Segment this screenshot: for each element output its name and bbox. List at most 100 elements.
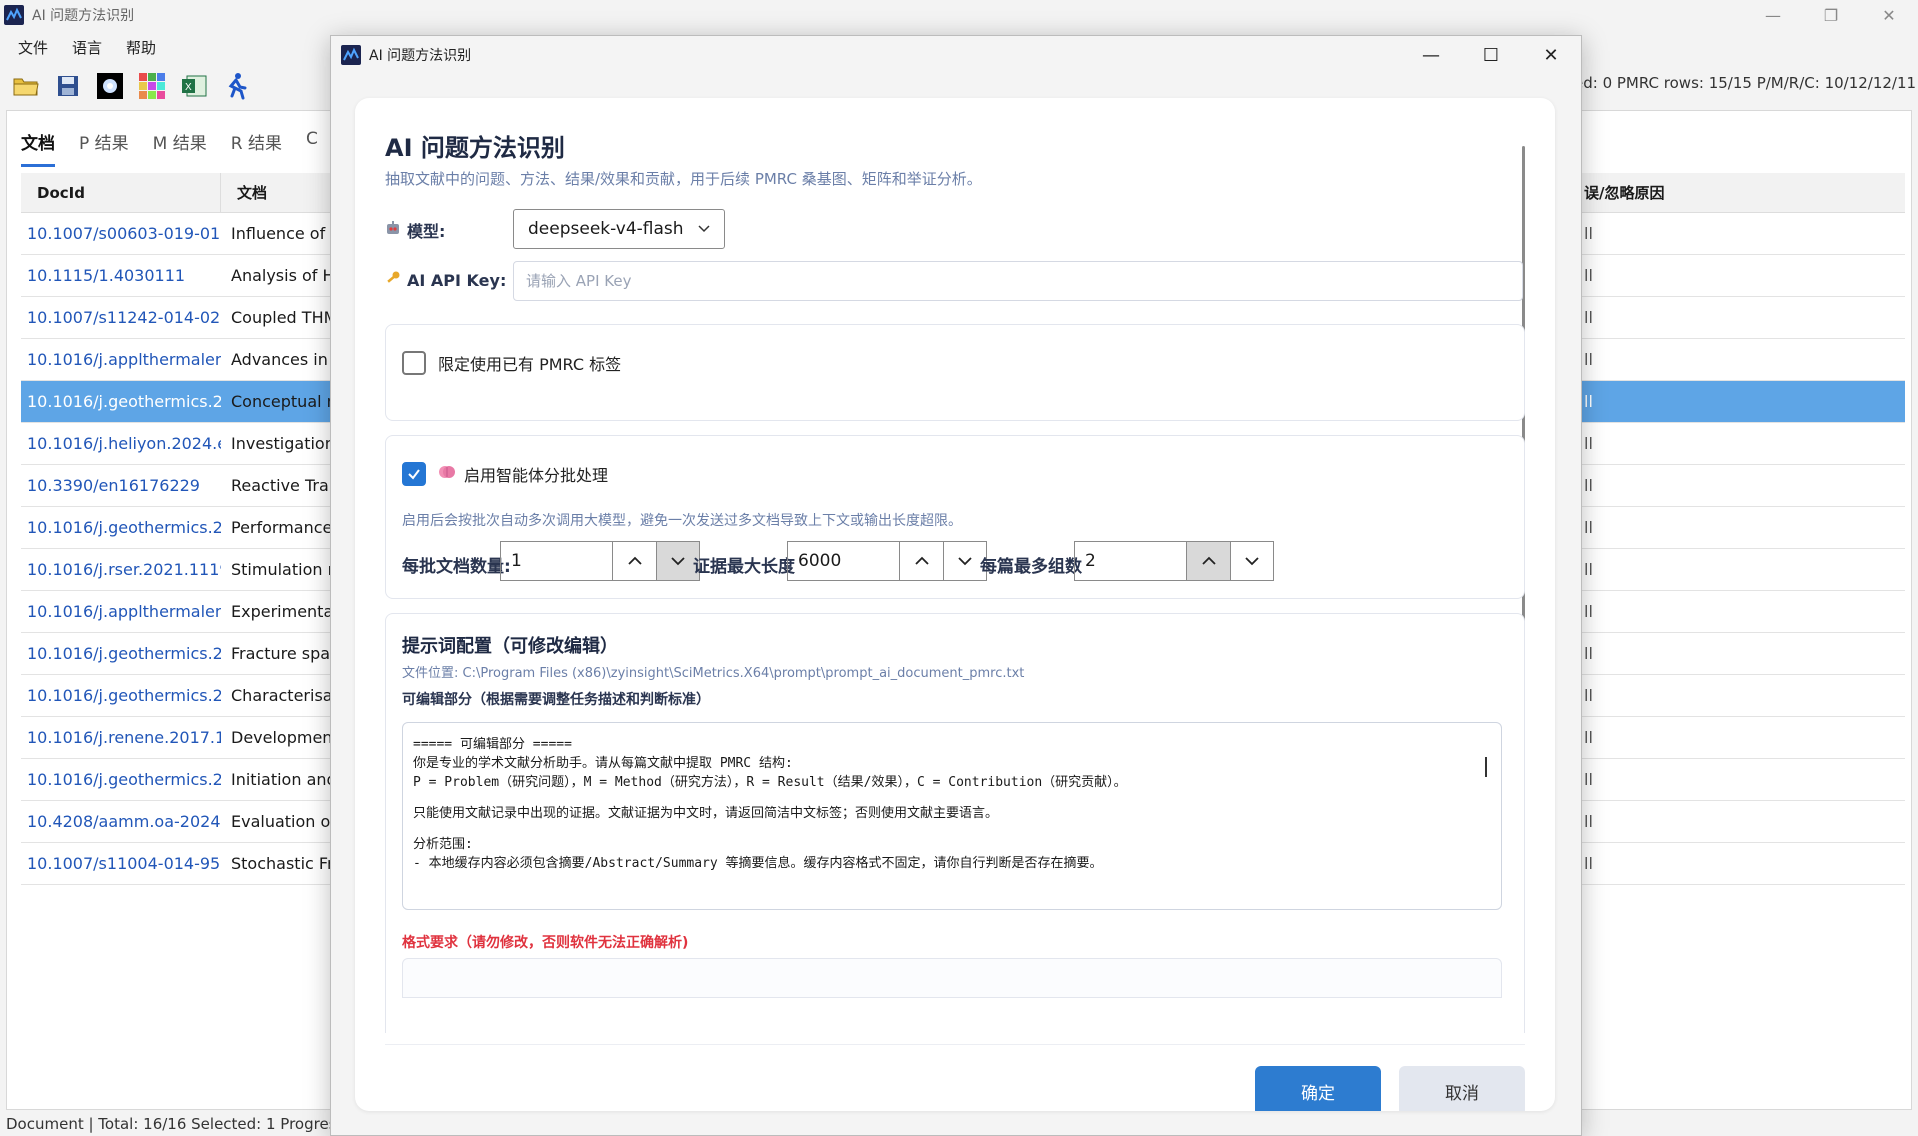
brain-icon — [438, 463, 456, 485]
document-cell: Stimulation m — [231, 560, 344, 579]
reason-cell: ll — [1584, 812, 1593, 831]
model-select[interactable]: deepseek-v4-flash — [513, 209, 725, 249]
key-icon — [385, 270, 401, 290]
editor-line: 分析范围: — [413, 837, 473, 852]
dialog-minimize-button[interactable]: — — [1401, 36, 1461, 74]
editor-line: 你是专业的学术文献分析助手。请从每篇文献中提取 PMRC 结构: — [413, 756, 793, 771]
tab-p-result[interactable]: P 结果 — [79, 129, 129, 167]
reason-cell: ll — [1584, 644, 1593, 663]
document-cell: Fracture spac — [231, 644, 339, 663]
docid-cell[interactable]: 10.1007/s11004-014-9542 — [21, 854, 221, 873]
agent-checkbox[interactable] — [402, 462, 426, 486]
docid-cell[interactable]: 10.1115/1.4030111 — [21, 266, 221, 285]
menu-help[interactable]: 帮助 — [126, 37, 156, 58]
batch-value[interactable]: 1 — [501, 542, 613, 580]
svg-text:X: X — [185, 82, 192, 93]
document-cell: Experimental — [231, 602, 338, 621]
chevron-up-icon — [627, 556, 642, 565]
reason-cell: ll — [1584, 518, 1593, 537]
model-value: deepseek-v4-flash — [528, 219, 684, 239]
evidence-increment-button[interactable] — [900, 542, 943, 580]
groups-increment-button[interactable] — [1187, 542, 1230, 580]
tab-r-result[interactable]: R 结果 — [231, 129, 282, 167]
document-cell: Performance — [231, 518, 333, 537]
excel-icon[interactable]: X — [180, 72, 208, 100]
evidence-value[interactable]: 6000 — [788, 542, 900, 580]
column-header-docid[interactable]: DocId — [21, 172, 221, 213]
dialog-close-button[interactable]: ✕ — [1521, 36, 1581, 74]
footer-divider — [385, 1044, 1525, 1045]
chevron-down-icon — [958, 557, 972, 566]
app-logo-icon — [4, 5, 24, 25]
api-key-label: AI API Key: — [407, 270, 507, 290]
reason-cell: ll — [1584, 476, 1593, 495]
menubar: 文件 语言 帮助 — [0, 32, 162, 62]
docid-cell[interactable]: 10.1016/j.geothermics.202 — [21, 644, 221, 663]
docid-cell[interactable]: 10.1016/j.applthermaleng.2 — [21, 602, 221, 621]
chevron-down-icon — [671, 557, 685, 566]
evidence-spinbox[interactable]: 6000 — [787, 541, 987, 581]
dialog-maximize-button[interactable]: ☐ — [1461, 36, 1521, 74]
save-icon[interactable] — [54, 72, 82, 100]
batch-spinbox[interactable]: 1 — [500, 541, 700, 581]
checkmark-icon — [408, 469, 420, 480]
tab-document[interactable]: 文档 — [21, 129, 55, 167]
docid-cell[interactable]: 10.1016/j.heliyon.2024.e24 — [21, 434, 221, 453]
open-folder-icon[interactable] — [12, 72, 40, 100]
runner-icon[interactable] — [222, 72, 250, 100]
tab-c-result[interactable]: C — [306, 129, 318, 167]
menu-file[interactable]: 文件 — [18, 37, 48, 58]
toolbar: X — [0, 68, 250, 104]
reason-cell: ll — [1584, 686, 1593, 705]
groups-value[interactable]: 2 — [1075, 542, 1187, 580]
docid-cell[interactable]: 10.4208/aamm.oa-2024-0 — [21, 812, 221, 831]
docid-cell[interactable]: 10.1016/j.applthermaleng.2 — [21, 350, 221, 369]
restrict-checkbox[interactable] — [402, 351, 426, 375]
dialog-card: AI 问题方法识别 抽取文献中的问题、方法、结果/效果和贡献，用于后续 PMRC… — [355, 98, 1555, 1111]
document-cell: Development — [231, 728, 339, 747]
editor-line: ===== 可编辑部分 ===== — [413, 737, 572, 752]
docid-cell[interactable]: 10.1016/j.geothermics.201 — [21, 392, 221, 411]
maximize-button[interactable]: ❐ — [1802, 0, 1860, 30]
chevron-up-icon — [914, 556, 929, 565]
document-cell: Investigation — [231, 434, 335, 453]
prompt-file-path: 文件位置: C:\Program Files (x86)\zyinsight\S… — [402, 666, 1025, 681]
docid-cell[interactable]: 10.3390/en16176229 — [21, 476, 221, 495]
ok-button[interactable]: 确定 — [1255, 1066, 1381, 1111]
restrict-section: 限定使用已有 PMRC 标签 — [385, 324, 1525, 421]
document-cell: Initiation and — [231, 770, 337, 789]
chevron-up-icon — [1201, 556, 1216, 565]
docid-cell[interactable]: 10.1016/j.rser.2021.111914 — [21, 560, 221, 579]
reason-cell: ll — [1584, 350, 1593, 369]
tab-m-result[interactable]: M 结果 — [153, 129, 207, 167]
docid-cell[interactable]: 10.1016/j.geothermics.201 — [21, 770, 221, 789]
minimize-button[interactable]: — — [1744, 0, 1802, 30]
column-header-document[interactable]: 文档 — [221, 182, 267, 203]
groups-decrement-button[interactable] — [1230, 542, 1273, 580]
docid-cell[interactable]: 10.1016/j.geothermics.200 — [21, 686, 221, 705]
document-cell: Stochastic Fra — [231, 854, 344, 873]
model-label: 模型: — [407, 222, 446, 241]
menu-language[interactable]: 语言 — [72, 37, 102, 58]
column-header-reason[interactable]: 误/忽略原因 — [1584, 173, 1664, 213]
prompt-editor[interactable]: ===== 可编辑部分 ===== 你是专业的学术文献分析助手。请从每篇文献中提… — [402, 722, 1502, 910]
groups-spinbox[interactable]: 2 — [1074, 541, 1274, 581]
color-grid-icon[interactable] — [138, 72, 166, 100]
reason-cell: ll — [1584, 308, 1593, 327]
editor-line: 只能使用文献记录中出现的证据。文献证据为中文时，请返回简洁中文标签；否则使用文献… — [413, 806, 999, 821]
reason-cell: ll — [1584, 770, 1593, 789]
agent-section: 启用智能体分批处理 启用后会按批次自动多次调用大模型，避免一次发送过多文档导致上… — [385, 435, 1525, 599]
docid-cell[interactable]: 10.1016/j.renene.2017.11.01 — [21, 728, 221, 747]
docid-cell[interactable]: 10.1007/s11242-014-0296 — [21, 308, 221, 327]
docid-cell[interactable]: 10.1016/j.geothermics.202 — [21, 518, 221, 537]
network-icon[interactable] — [96, 72, 124, 100]
batch-increment-button[interactable] — [613, 542, 656, 580]
close-button[interactable]: ✕ — [1860, 0, 1918, 30]
editable-label: 可编辑部分（根据需要调整任务描述和判断标准） — [402, 692, 710, 708]
cancel-button[interactable]: 取消 — [1399, 1066, 1525, 1111]
format-editor[interactable] — [402, 958, 1502, 998]
docid-cell[interactable]: 10.1007/s00603-019-0184 — [21, 224, 221, 243]
api-key-label-row: AI API Key: — [385, 270, 506, 290]
api-key-input[interactable] — [513, 261, 1523, 301]
format-warning: 格式要求（请勿修改，否则软件无法正确解析) — [402, 935, 689, 951]
